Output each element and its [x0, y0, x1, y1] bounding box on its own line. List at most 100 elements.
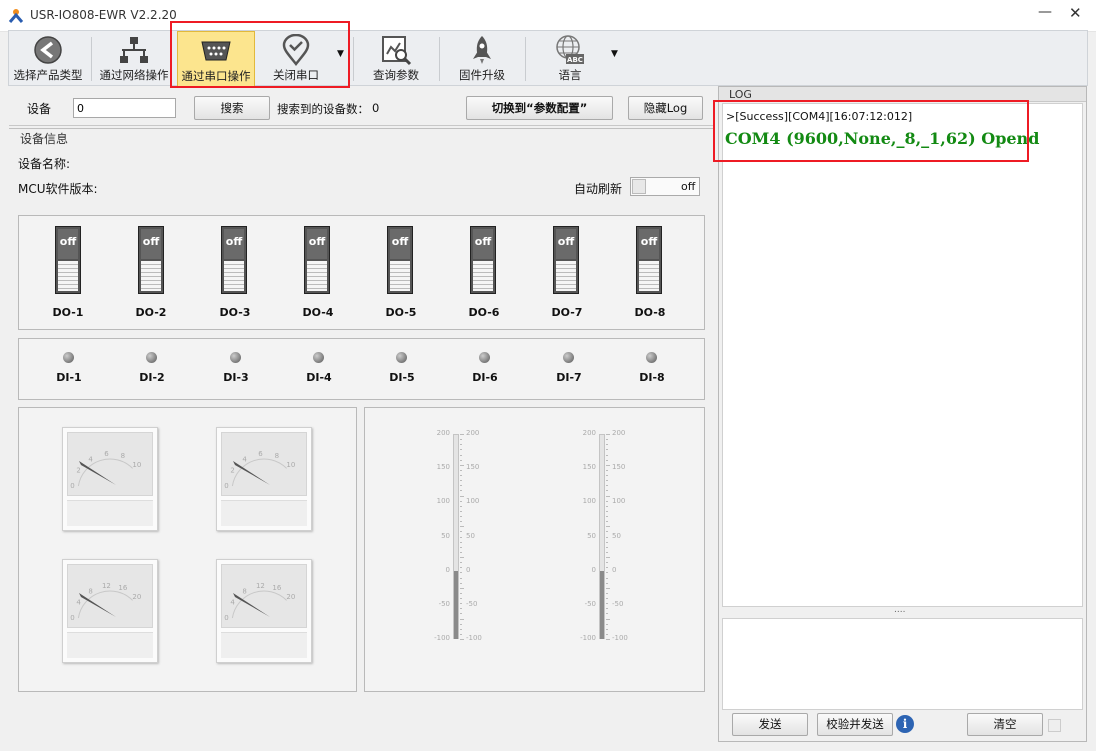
slider-tick [460, 526, 464, 528]
slider-tick [606, 449, 608, 451]
gauge-tick-label: 4 [230, 599, 235, 607]
slider-tick-label: 150 [582, 463, 596, 472]
switch-state: off [390, 229, 410, 259]
do-label: DO-1 [52, 306, 84, 319]
switch-to-params-button[interactable]: 切换到“参数配置” [466, 96, 613, 120]
gauge-dial: 024 6 8 10 [70, 450, 141, 490]
slider-tick [606, 613, 608, 615]
slider-tick [460, 623, 462, 625]
slider-group [364, 407, 705, 692]
gauge-arc [77, 458, 133, 487]
device-input[interactable] [73, 98, 176, 118]
switch-lever [58, 261, 78, 291]
slider-tick [460, 459, 462, 461]
slider-tick-label: 200 [436, 429, 450, 437]
do-switch-2[interactable]: off [138, 226, 164, 294]
gauge-tick-label: 10 [286, 461, 295, 469]
gauge-tick-label: 8 [275, 452, 279, 460]
info-icon[interactable]: i [896, 715, 914, 733]
query-chart-icon [382, 36, 412, 66]
slider-tick [606, 546, 608, 548]
log-highlight-box [713, 100, 1029, 162]
hide-log-button[interactable]: 隐藏Log [628, 96, 703, 120]
slider-tick-label: -50 [438, 599, 450, 608]
slider-tick-label: 50 [587, 531, 596, 540]
slider-tick [606, 454, 608, 456]
do-switch-1[interactable]: off [55, 226, 81, 294]
search-button[interactable]: 搜索 [194, 96, 270, 120]
slider-tick-label: 0 [612, 565, 617, 574]
slider-tick [606, 592, 608, 594]
toolbar-language-button[interactable]: ABC 语言 [529, 31, 611, 87]
check-send-button[interactable]: 校验并发送 [817, 713, 893, 736]
do-label: DO-8 [634, 306, 666, 319]
gauge-tick-label: 8 [242, 587, 246, 595]
dropdown-arrow-icon[interactable]: ▼ [611, 49, 618, 59]
checkbox[interactable] [1048, 719, 1061, 732]
gauge-dial: 024 6 8 10 [224, 450, 295, 490]
toolbar-network-button[interactable]: 通过网络操作 [95, 31, 173, 87]
di-led-7 [563, 352, 574, 363]
slider-tick-label: 100 [436, 497, 450, 506]
minimize-button[interactable]: — [1038, 4, 1052, 20]
slider-tick [606, 598, 608, 599]
clear-button[interactable]: 清空 [967, 713, 1043, 736]
slider-tick [460, 567, 462, 569]
slider-tick [606, 618, 610, 620]
do-label: DO-6 [468, 306, 500, 319]
di-led-1 [63, 352, 74, 363]
slider-tick [460, 490, 462, 492]
di-label: DI-1 [56, 371, 82, 384]
slider-tick [460, 592, 462, 594]
splitter-handle[interactable]: .... [894, 605, 905, 615]
do-switch-5[interactable]: off [387, 226, 413, 294]
toolbar-select-product-button[interactable]: 选择产品类型 [9, 31, 87, 87]
di-label: DI-2 [139, 371, 165, 384]
auto-refresh-toggle[interactable]: off [630, 177, 700, 196]
slider-tick [606, 510, 608, 512]
app-logo-icon [8, 9, 24, 23]
slider-tick [606, 434, 610, 435]
device-bar: 设备 搜索 搜索到的设备数： 0 切换到“参数配置” 隐藏Log [9, 88, 713, 126]
log-output[interactable]: >[Success][COM4][16:07:12:012] COM4 (960… [722, 103, 1083, 607]
switch-lever [390, 261, 410, 291]
analog-gauge-2: 0 2 4 6 8 10 [216, 427, 312, 531]
gauge-arc [231, 590, 287, 619]
di-group [18, 338, 705, 400]
slider-tick [606, 526, 610, 528]
gauge-face: 0 4 8 12 16 20 [221, 564, 307, 628]
slider-tick [460, 613, 462, 615]
toolbar-firmware-button[interactable]: 固件升级 [443, 31, 521, 87]
send-button[interactable]: 发送 [732, 713, 808, 736]
gauge-tick-label: 4 [242, 455, 247, 463]
slider-tick [606, 516, 608, 517]
di-label: DI-5 [389, 371, 415, 384]
do-switch-4[interactable]: off [304, 226, 330, 294]
slider-tick [606, 444, 608, 446]
switch-lever [224, 261, 244, 291]
do-switch-3[interactable]: off [221, 226, 247, 294]
do-switch-8[interactable]: off [636, 226, 662, 294]
switch-state: off [141, 229, 161, 259]
mcu-version-label: MCU软件版本: [18, 182, 98, 196]
send-input-area[interactable] [722, 618, 1083, 710]
slider-tick [606, 536, 608, 538]
slider-fill [600, 570, 604, 639]
slider-tick [460, 541, 462, 543]
slider-tick [606, 521, 608, 523]
do-switch-6[interactable]: off [470, 226, 496, 294]
slider-tick [606, 541, 608, 543]
close-button[interactable]: ✕ [1069, 4, 1082, 22]
rocket-icon [473, 36, 491, 64]
switch-state: off [58, 229, 78, 259]
do-switch-7[interactable]: off [553, 226, 579, 294]
slider-tick [606, 495, 610, 497]
slider-tick-label: 100 [466, 497, 480, 506]
slider-tick [460, 500, 462, 502]
toolbar-query-button[interactable]: 查询参数 [357, 31, 435, 87]
slider-tick [460, 531, 462, 533]
slider-tick-label: 50 [441, 531, 450, 540]
slider-tick [606, 633, 608, 635]
highlight-box [170, 21, 350, 88]
slider-tick [606, 480, 608, 482]
